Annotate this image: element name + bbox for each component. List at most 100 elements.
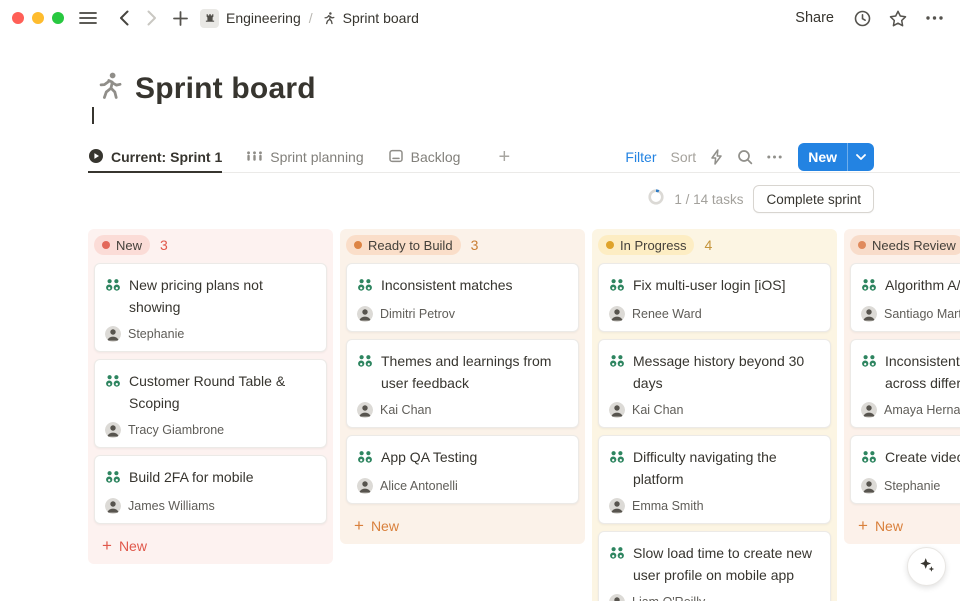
- task-card[interactable]: Themes and learnings from user feedback …: [346, 339, 579, 428]
- assignee-row: Kai Chan: [357, 402, 566, 418]
- binoculars-icon: [105, 277, 121, 318]
- progress-ring-icon: [648, 189, 664, 210]
- assignee-name: Emma Smith: [632, 499, 704, 513]
- new-task-button[interactable]: New: [798, 143, 874, 171]
- new-page-icon[interactable]: [166, 4, 194, 32]
- topbar-actions: Share: [789, 4, 948, 32]
- sprint-progress-bar: 1 / 14 tasks Complete sprint: [0, 183, 874, 215]
- task-card[interactable]: Algorithm A/B Santiago Martine: [850, 263, 960, 332]
- assignee-name: Stephanie: [884, 479, 940, 493]
- task-card[interactable]: Inconsistent matches Dimitri Petrov: [346, 263, 579, 332]
- view-tabs: Current: Sprint 1 Sprint planning Backlo…: [88, 142, 510, 172]
- avatar: [357, 306, 373, 322]
- column-cards: Algorithm A/B Santiago Martine Inconsist…: [848, 263, 960, 504]
- assignee-row: Kai Chan: [609, 402, 818, 418]
- forward-icon[interactable]: [138, 4, 166, 32]
- kanban-board: New 3 New pricing plans not showing Step…: [0, 229, 960, 601]
- filter-button[interactable]: Filter: [625, 149, 656, 165]
- add-view-icon[interactable]: +: [498, 147, 510, 167]
- assignee-name: Stephanie: [128, 327, 184, 341]
- tab-label: Sprint planning: [270, 149, 363, 165]
- task-card[interactable]: Inconsistent u across differe Amaya Hern…: [850, 339, 960, 428]
- minimize-window-button[interactable]: [32, 12, 44, 24]
- tab-current-sprint[interactable]: Current: Sprint 1: [88, 142, 222, 172]
- more-icon[interactable]: [767, 155, 782, 159]
- task-card[interactable]: App QA Testing Alice Antonelli: [346, 435, 579, 504]
- page-title[interactable]: Sprint board: [135, 71, 316, 107]
- window-controls[interactable]: [12, 12, 64, 24]
- sidebar-menu-icon[interactable]: [74, 4, 102, 32]
- assignee-name: Tracy Giambrone: [128, 423, 224, 437]
- play-circle-icon: [88, 148, 104, 167]
- plus-icon: +: [858, 517, 868, 534]
- task-card[interactable]: Create video g Stephanie: [850, 435, 960, 504]
- column-status-pill[interactable]: New: [94, 235, 150, 255]
- task-title: Themes and learnings from user feedback: [381, 350, 566, 394]
- column-status-pill[interactable]: Needs Review: [850, 235, 960, 255]
- search-icon[interactable]: [737, 149, 753, 165]
- task-title: Create video g: [885, 446, 960, 470]
- add-card-label: New: [875, 518, 903, 534]
- complete-sprint-button[interactable]: Complete sprint: [753, 185, 874, 213]
- board-column: In Progress 4 Fix multi-user login [iOS]…: [592, 229, 837, 601]
- avatar: [609, 306, 625, 322]
- task-title: New pricing plans not showing: [129, 274, 314, 318]
- task-title: Algorithm A/B: [885, 274, 960, 298]
- task-card[interactable]: New pricing plans not showing Stephanie: [94, 263, 327, 352]
- assignee-name: Kai Chan: [632, 403, 683, 417]
- column-name: New: [116, 238, 142, 253]
- lightning-icon[interactable]: [710, 149, 723, 165]
- column-name: Ready to Build: [368, 238, 453, 253]
- box-icon: [388, 148, 404, 167]
- task-card[interactable]: Slow load time to create new user profil…: [598, 531, 831, 601]
- breadcrumb-page[interactable]: Sprint board: [343, 10, 419, 26]
- clock-icon[interactable]: [848, 4, 876, 32]
- more-icon[interactable]: [920, 4, 948, 32]
- workspace-icon[interactable]: [200, 9, 219, 28]
- add-card-button[interactable]: + New: [344, 511, 579, 534]
- tab-backlog[interactable]: Backlog: [388, 142, 461, 172]
- binoculars-icon: [861, 277, 877, 298]
- breadcrumb-workspace[interactable]: Engineering: [226, 10, 301, 26]
- add-card-label: New: [119, 538, 147, 554]
- sort-button[interactable]: Sort: [671, 149, 697, 165]
- task-card[interactable]: Build 2FA for mobile James Williams: [94, 455, 327, 524]
- column-status-pill[interactable]: In Progress: [598, 235, 694, 255]
- star-icon[interactable]: [884, 4, 912, 32]
- avatar: [861, 478, 877, 494]
- task-title: Build 2FA for mobile: [129, 466, 254, 490]
- board-column: New 3 New pricing plans not showing Step…: [88, 229, 333, 564]
- task-title: Inconsistent u across differe: [885, 350, 960, 394]
- column-header: New 3: [94, 235, 327, 255]
- add-card-button[interactable]: + New: [848, 511, 960, 534]
- view-controls: Filter Sort New: [625, 143, 874, 171]
- tasks-progress-text: 1 / 14 tasks: [674, 192, 743, 207]
- maximize-window-button[interactable]: [52, 12, 64, 24]
- chevron-down-icon[interactable]: [847, 143, 874, 171]
- page-icon-runner[interactable]: [92, 70, 125, 108]
- column-status-pill[interactable]: Ready to Build: [346, 235, 461, 255]
- assignee-row: Dimitri Petrov: [357, 306, 566, 322]
- task-card[interactable]: Customer Round Table & Scoping Tracy Gia…: [94, 359, 327, 448]
- column-header: Needs Review: [850, 235, 960, 255]
- text-cursor: [92, 107, 94, 124]
- tab-sprint-planning[interactable]: Sprint planning: [246, 142, 363, 172]
- binoculars-icon: [609, 353, 625, 394]
- add-card-button[interactable]: + New: [92, 531, 327, 554]
- assignee-row: Emma Smith: [609, 498, 818, 514]
- column-count: 3: [471, 237, 479, 253]
- binoculars-icon: [861, 449, 877, 470]
- task-card[interactable]: Difficulty navigating the platform Emma …: [598, 435, 831, 524]
- close-window-button[interactable]: [12, 12, 24, 24]
- share-button[interactable]: Share: [789, 6, 840, 30]
- task-card[interactable]: Fix multi-user login [iOS] Renee Ward: [598, 263, 831, 332]
- task-card[interactable]: Message history beyond 30 days Kai Chan: [598, 339, 831, 428]
- column-count: 3: [160, 237, 168, 253]
- new-task-label[interactable]: New: [798, 143, 847, 171]
- back-icon[interactable]: [110, 4, 138, 32]
- breadcrumb: Engineering / Sprint board: [200, 9, 419, 28]
- binoculars-icon: [609, 277, 625, 298]
- ai-assistant-button[interactable]: [907, 547, 946, 586]
- avatar: [105, 498, 121, 514]
- assignee-name: James Williams: [128, 499, 215, 513]
